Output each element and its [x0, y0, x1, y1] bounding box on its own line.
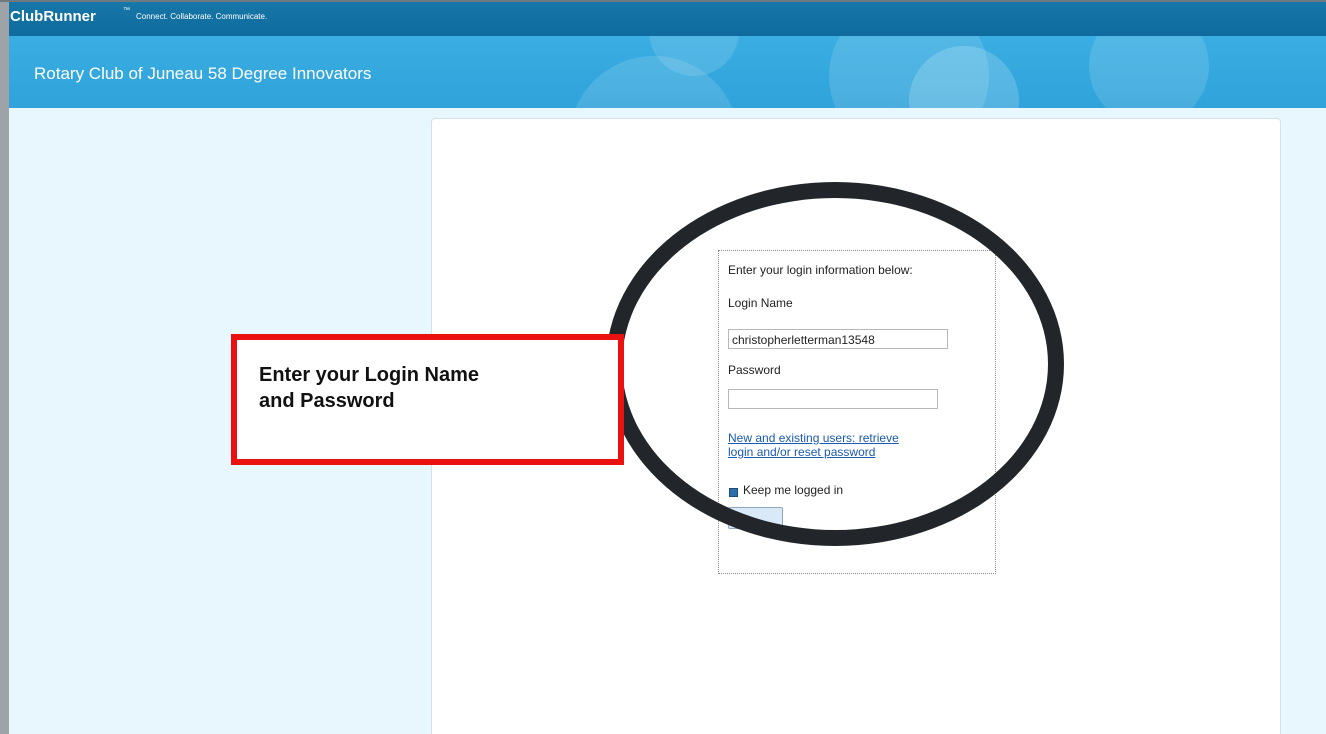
brand-tagline: Connect. Collaborate. Communicate.: [136, 12, 268, 21]
club-banner: Rotary Club of Juneau 58 Degree Innovato…: [9, 36, 1326, 108]
highlight-circle: [606, 182, 1064, 546]
clubrunner-logo[interactable]: ClubRunner: [10, 8, 96, 25]
window-edge: [0, 0, 9, 734]
screenshot-frame: ClubRunner ™ Connect. Collaborate. Commu…: [0, 0, 1326, 734]
banner-decoration: [1089, 36, 1209, 108]
callout-line2: and Password: [259, 390, 395, 412]
trademark-symbol: ™: [123, 7, 130, 14]
callout-text: Enter your Login Name and Password: [259, 362, 479, 414]
callout-line1: Enter your Login Name: [259, 364, 480, 386]
top-bar: ClubRunner ™ Connect. Collaborate. Commu…: [9, 2, 1326, 36]
instruction-callout: Enter your Login Name and Password: [231, 334, 624, 465]
club-name[interactable]: Rotary Club of Juneau 58 Degree Innovato…: [34, 64, 371, 84]
